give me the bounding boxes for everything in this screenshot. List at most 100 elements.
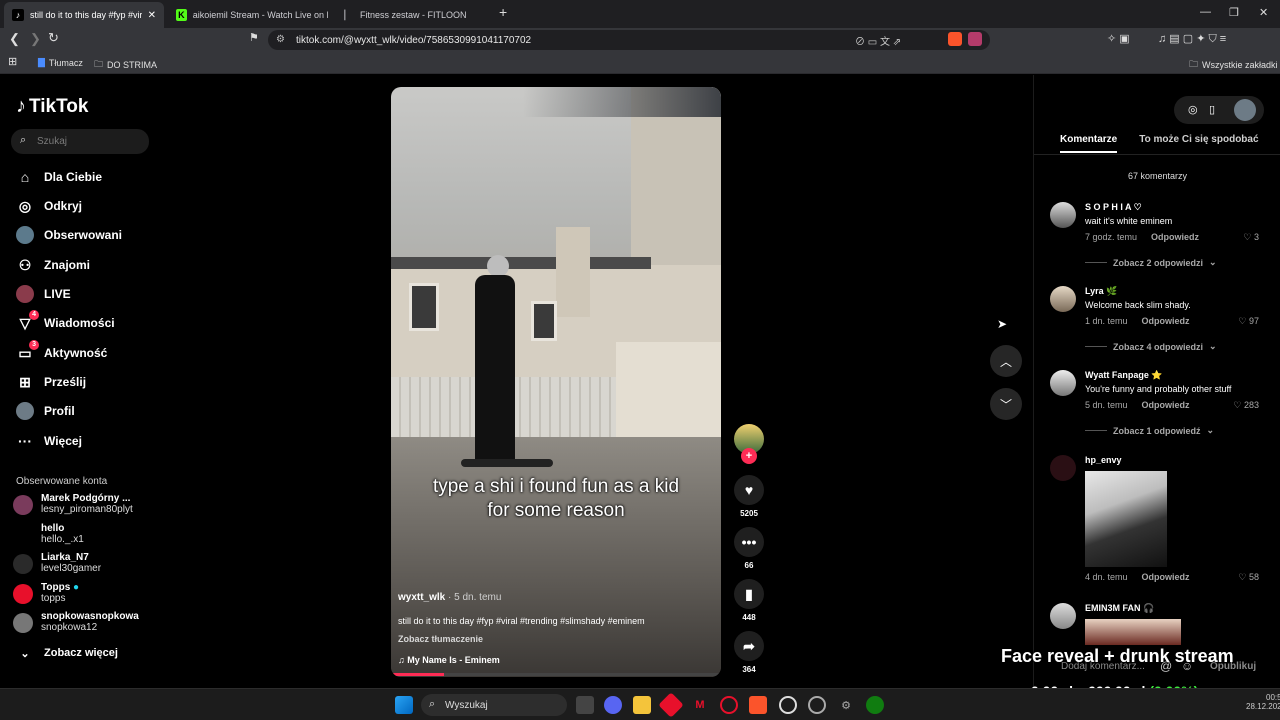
nav-for-you[interactable]: ⌂ Dla Ciebie bbox=[16, 167, 102, 187]
search-input[interactable]: ⌕ Szukaj bbox=[11, 129, 149, 154]
reply-button[interactable]: Odpowiedz bbox=[1142, 316, 1190, 326]
tab-suggested[interactable]: To może Ci się spodobać bbox=[1139, 134, 1258, 153]
save-button[interactable]: ▮ 448 bbox=[734, 579, 764, 622]
tiktok-logo[interactable]: ♪ TikTok bbox=[16, 95, 88, 118]
tab-tiktok[interactable]: ♪ still do it to this day #fyp #vir ✕ bbox=[4, 2, 164, 28]
xbox-icon[interactable] bbox=[866, 696, 884, 714]
nav-explore[interactable]: ◎ Odkryj bbox=[16, 196, 82, 216]
video-music[interactable]: ♫ My Name Is - Eminem bbox=[398, 655, 500, 665]
comment-button[interactable]: ••• 66 bbox=[734, 527, 764, 570]
comment-like-button[interactable]: ♡ 283 bbox=[1233, 400, 1259, 411]
taskbar-search[interactable]: ⌕ Wyszukaj bbox=[421, 694, 567, 716]
tab-kick[interactable]: K aikoiemil Stream - Watch Live on Kick bbox=[168, 2, 336, 28]
reload-icon[interactable]: ↻ bbox=[48, 30, 59, 46]
tab-fitloon[interactable]: ▏ Fitness zestaw - FITLOON bbox=[334, 2, 494, 28]
comment-author[interactable]: S O P H I A ♡ bbox=[1085, 202, 1142, 213]
comment-author[interactable]: Wyatt Fanpage ⭐ bbox=[1085, 370, 1163, 381]
maximize-icon[interactable]: ❐ bbox=[1229, 6, 1239, 19]
back-icon[interactable]: ❮ bbox=[9, 31, 20, 47]
opera-icon[interactable] bbox=[720, 696, 738, 714]
avatar[interactable] bbox=[1050, 603, 1076, 629]
new-tab-icon[interactable]: + bbox=[499, 4, 507, 20]
phone-icon[interactable]: ▯ bbox=[1209, 103, 1215, 116]
app-red-icon[interactable] bbox=[658, 692, 684, 718]
forward-icon[interactable]: ❯ bbox=[30, 31, 41, 47]
see-more-button[interactable]: ⌄ Zobacz więcej bbox=[16, 643, 118, 663]
chevron-down-icon: ⌄ bbox=[20, 647, 30, 660]
next-video-button[interactable]: ﹀ bbox=[990, 388, 1022, 420]
comment-author[interactable]: Lyra 🌿 bbox=[1085, 286, 1117, 297]
mcafee-icon[interactable]: M bbox=[691, 696, 709, 714]
reply-button[interactable]: Odpowiedz bbox=[1151, 232, 1199, 242]
address-actions-icons[interactable]: ⊘ ▭ 文 ⇗ bbox=[855, 33, 901, 48]
avatar[interactable] bbox=[1050, 286, 1076, 312]
comment-like-button[interactable]: ♡ 3 bbox=[1243, 232, 1259, 243]
follow-plus-icon[interactable]: + bbox=[741, 448, 757, 464]
comment-image[interactable] bbox=[1085, 619, 1181, 645]
close-window-icon[interactable]: ✕ bbox=[1259, 6, 1268, 19]
nav-friends[interactable]: ⚇ Znajomi bbox=[16, 255, 90, 275]
followed-account[interactable]: Liarka_N7 level30gamer bbox=[13, 552, 101, 574]
toolbar-icons[interactable]: ♫ ▤ ▢ ✦ ⛉ ≡ bbox=[1158, 32, 1226, 46]
tab-comments[interactable]: Komentarze bbox=[1060, 134, 1118, 153]
brave-shield-icon[interactable] bbox=[948, 32, 962, 46]
close-tab-icon[interactable]: ✕ bbox=[148, 10, 156, 21]
comment-author[interactable]: EMIN3M FAN 🎧 bbox=[1085, 603, 1154, 614]
file-explorer-icon[interactable] bbox=[633, 696, 651, 714]
bookmark-icon[interactable]: ⚑ bbox=[249, 31, 259, 44]
site-info-icon[interactable]: ⚙ bbox=[276, 34, 285, 45]
followed-account[interactable]: hello hello._.x1 bbox=[13, 523, 84, 545]
like-button[interactable]: ♥ 5205 bbox=[734, 475, 764, 518]
followed-account[interactable]: snopkowasnopkowa snopkowa12 bbox=[13, 611, 139, 633]
extensions-icon[interactable]: ✧ ▣ bbox=[1107, 32, 1130, 45]
brave-icon[interactable] bbox=[749, 696, 767, 714]
bookmark-tlumacz[interactable]: ▇ Tłumacz bbox=[38, 57, 83, 68]
nav-profile[interactable]: Profil bbox=[16, 401, 75, 421]
windows-start-icon[interactable] bbox=[395, 696, 413, 714]
avatar[interactable] bbox=[1050, 370, 1076, 396]
view-replies-button[interactable]: Zobacz 2 odpowiedzi ⌄ bbox=[1085, 257, 1217, 268]
comment-image[interactable] bbox=[1085, 471, 1167, 567]
apps-grid-icon[interactable]: ⊞ bbox=[8, 55, 17, 68]
profile-avatar-icon[interactable] bbox=[1234, 99, 1256, 121]
address-bar[interactable]: ⚙ tiktok.com/@wyxtt_wlk/video/7586530991… bbox=[268, 30, 990, 50]
author-name[interactable]: wyxtt_wlk bbox=[398, 592, 445, 603]
brave-rewards-icon[interactable] bbox=[968, 32, 982, 46]
comment-author[interactable]: hp_envy bbox=[1085, 455, 1122, 465]
nav-activity[interactable]: ▭ 3 Aktywność bbox=[16, 340, 108, 363]
view-replies-button[interactable]: Zobacz 1 odpowiedź ⌄ bbox=[1085, 425, 1214, 436]
discord-icon[interactable] bbox=[604, 696, 622, 714]
followed-account[interactable]: Topps ● topps bbox=[13, 582, 79, 604]
task-view-icon[interactable] bbox=[576, 696, 594, 714]
all-bookmarks[interactable]: 🗀 Wszystkie zakładki bbox=[1189, 57, 1278, 73]
steam-icon[interactable] bbox=[808, 696, 826, 714]
video-player[interactable]: type a shi i found fun as a kid for some… bbox=[391, 87, 721, 677]
system-clock[interactable]: 00:59 28.12.2025 bbox=[1246, 693, 1280, 711]
video-author[interactable]: wyxtt_wlk · 5 dn. temu bbox=[398, 592, 501, 603]
view-replies-button[interactable]: Zobacz 4 odpowiedzi ⌄ bbox=[1085, 341, 1217, 352]
video-progress-bar[interactable] bbox=[391, 673, 721, 676]
followed-account[interactable]: Marek Podgórny ... lesny_piroman80plyt bbox=[13, 493, 133, 515]
comment-like-button[interactable]: ♡ 97 bbox=[1238, 316, 1259, 327]
comment-like-button[interactable]: ♡ 58 bbox=[1238, 572, 1259, 583]
reply-button[interactable]: Odpowiedz bbox=[1142, 572, 1190, 582]
creator-avatar-button[interactable]: + bbox=[734, 424, 764, 464]
nav-messages[interactable]: ▽ 4 Wiadomości bbox=[16, 310, 115, 333]
previous-video-button[interactable]: ︿ bbox=[990, 345, 1022, 377]
settings-gear-icon[interactable]: ⚙ bbox=[837, 696, 855, 714]
bookmark-do-strima[interactable]: 🗀 DO STRIMA bbox=[94, 57, 157, 73]
nav-label: Aktywność bbox=[44, 346, 108, 360]
nav-live[interactable]: LIVE bbox=[16, 284, 71, 304]
share-button[interactable]: ➦ 364 bbox=[734, 631, 764, 674]
nav-following[interactable]: Obserwowani bbox=[16, 225, 122, 245]
nav-upload[interactable]: ⊞ Prześlij bbox=[16, 372, 86, 392]
minimize-icon[interactable]: — bbox=[1200, 6, 1211, 18]
obs-icon[interactable] bbox=[779, 696, 797, 714]
avatar[interactable] bbox=[1050, 455, 1076, 481]
nav-more[interactable]: ··· Więcej bbox=[16, 431, 82, 451]
reply-button[interactable]: Odpowiedz bbox=[1142, 400, 1190, 410]
avatar[interactable] bbox=[1050, 202, 1076, 228]
search-placeholder: Szukaj bbox=[37, 136, 68, 147]
compass-icon[interactable]: ◎ bbox=[1188, 103, 1198, 116]
see-translation-link[interactable]: Zobacz tłumaczenie bbox=[398, 634, 483, 644]
